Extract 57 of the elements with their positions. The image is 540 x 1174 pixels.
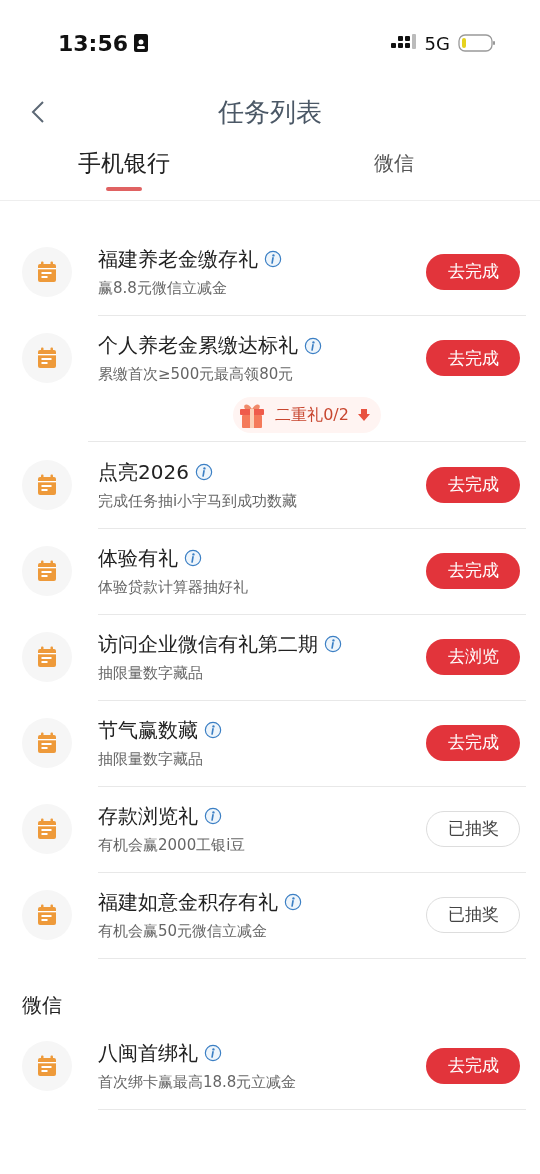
calendar-icon [35,817,59,841]
task-title: 节气赢数藏 [98,716,198,744]
task-description: 累缴首次≥500元最高领80元 [98,365,295,384]
info-icon[interactable] [324,635,342,653]
down-arrow-icon [356,408,371,422]
task-title: 访问企业微信有礼第二期 [98,630,318,658]
task-description: 有机会赢2000工银i豆 [98,835,247,855]
info-icon[interactable] [204,807,222,825]
status-time: 13:56 [58,30,129,56]
task-title: 点亮2026 [98,458,189,486]
calendar-icon [35,903,59,927]
battery-icon [458,33,496,53]
task-description: 抽限量数字藏品 [98,663,204,683]
back-icon[interactable] [30,100,46,124]
task-action-button[interactable]: 去完成 [426,552,520,589]
task-action-button[interactable]: 去完成 [426,340,520,376]
calendar-icon [35,260,59,284]
section-heading: 微信 [22,993,62,1017]
info-icon[interactable] [194,463,213,481]
page-title: 任务列表 [218,95,322,129]
network-type: 5G [424,32,450,54]
calendar-icon [35,1054,59,1078]
task-description: 赢8.8元微信立减金 [98,278,228,298]
info-icon[interactable] [204,1044,222,1062]
task-description: 体验贷款计算器抽好礼 [98,577,249,597]
gift-progress-button[interactable]: 二重礼0/2 [233,397,381,433]
calendar-icon [35,731,59,755]
info-icon[interactable] [184,549,202,567]
task-title: 福建如意金积存有礼 [98,888,278,916]
info-icon[interactable] [284,893,302,911]
task-title: 八闽首绑礼 [98,1039,198,1067]
id-card-icon [134,34,149,52]
task-title: 体验有礼 [98,544,178,572]
info-icon[interactable] [204,721,222,739]
info-icon[interactable] [264,250,282,268]
calendar-icon [35,645,59,669]
task-action-button[interactable]: 去完成 [426,724,520,761]
task-description: 有机会赢50元微信立减金 [98,921,269,941]
task-action-button[interactable]: 去浏览 [426,638,520,675]
calendar-icon [35,559,59,583]
task-description: 首次绑卡赢最高18.8元立减金 [98,1072,298,1092]
task-description: 抽限量数字藏品 [98,749,204,769]
task-title: 福建养老金缴存礼 [98,245,258,273]
task-action-button[interactable]: 去完成 [426,466,520,503]
calendar-icon [35,346,59,370]
info-icon[interactable] [304,336,322,355]
calendar-icon [35,473,59,497]
signal-icon [390,34,417,52]
task-action-button[interactable]: 已抽奖 [426,810,520,847]
task-description: 完成任务抽i小宇马到成功数藏 [98,491,299,511]
task-action-button[interactable]: 已抽奖 [426,896,520,933]
task-title: 个人养老金累缴达标礼 [98,332,298,359]
tab[interactable]: 微信 [248,138,540,200]
task-action-button[interactable]: 去完成 [426,253,520,290]
tab[interactable]: 手机银行 [0,138,249,200]
task-action-button[interactable]: 去完成 [426,1047,520,1084]
task-title: 存款浏览礼 [98,802,198,830]
